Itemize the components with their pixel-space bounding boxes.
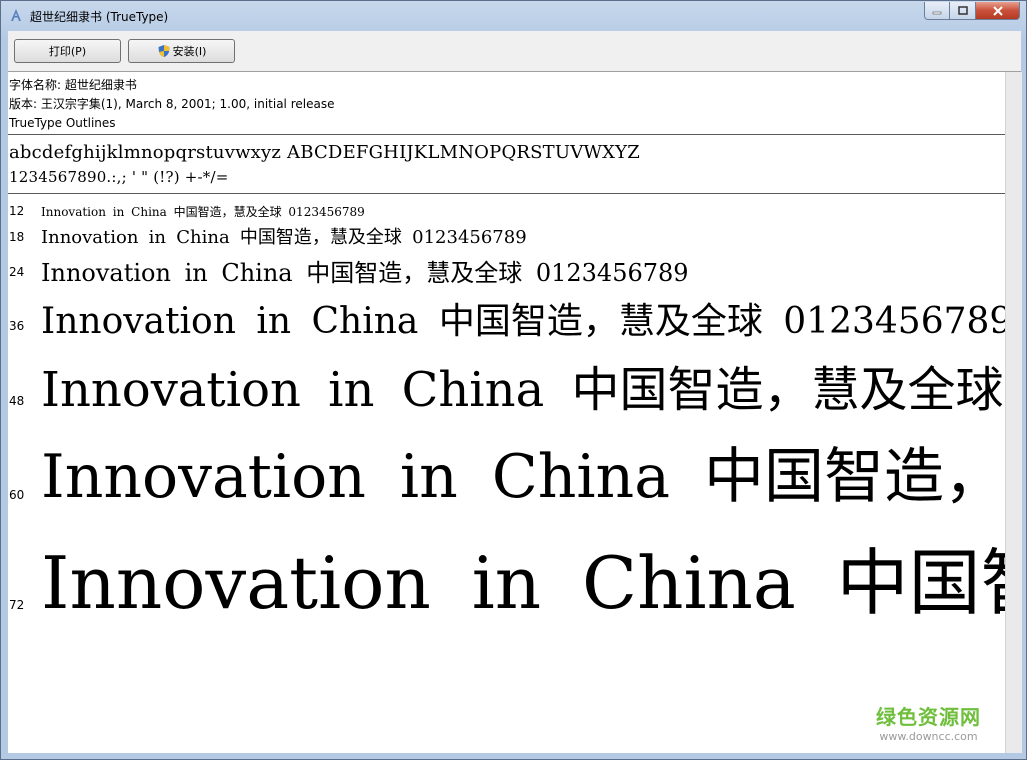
title-bar[interactable]: 超世纪细隶书 (TrueType) [1,1,1026,31]
size-label: 36 [9,319,25,333]
sample-text: Innovation in China 中国智造，慧及全球 0123456789 [41,227,527,248]
watermark: 绿色资源网 www.downcc.com [876,701,981,743]
close-button[interactable] [976,2,1020,20]
maximize-button[interactable] [950,2,976,20]
sample-text: Innovation in China 中国智造，慧及全球 0123456789 [41,362,1005,418]
install-button[interactable]: 安装(I) [128,39,235,63]
uac-shield-icon [158,45,170,57]
charset-symbols: 1234567890.:,; ' " (!?) +-*/= [9,168,229,186]
charset-letters: abcdefghijklmnopqrstuvwxyz ABCDEFGHIJKLM… [9,142,640,163]
sample-text: Innovation in China 中国智造，慧及全球 0123456789 [41,541,1005,625]
size-label: 24 [9,265,25,279]
size-label: 60 [9,488,25,502]
font-outline-line: TrueType Outlines [9,116,116,130]
minimize-button[interactable] [924,2,950,20]
vertical-scrollbar[interactable] [1005,72,1022,753]
size-label: 18 [9,230,25,244]
window-controls [924,2,1020,22]
size-label: 48 [9,394,25,408]
font-info: 字体名称: 超世纪细隶书 版本: 王汉宗字集(1), March 8, 2001… [9,76,334,133]
sample-text: Innovation in China 中国智造，慧及全球 0123456789 [41,205,365,219]
maximize-icon [957,6,968,15]
watermark-url: www.downcc.com [879,730,978,743]
sample-text: Innovation in China 中国智造，慧及全球 0123456789 [41,301,1005,342]
install-button-label: 安装(I) [172,45,207,58]
separator [8,193,1005,194]
toolbar: 打印(P) 安装(I) [8,31,1021,72]
watermark-name: 绿色资源网 [876,705,981,729]
size-label: 12 [9,204,25,218]
window-title: 超世纪细隶书 (TrueType) [30,10,169,24]
separator [8,134,1005,135]
font-viewer-window: 超世纪细隶书 (TrueType) 打印(P) 安装(I) 字体名称: 超世纪细… [0,0,1027,760]
size-label: 72 [9,598,25,612]
font-name-line: 字体名称: 超世纪细隶书 [9,78,137,92]
font-version-line: 版本: 王汉宗字集(1), March 8, 2001; 1.00, initi… [9,97,335,111]
close-icon [992,5,1003,16]
print-button[interactable]: 打印(P) [14,39,121,63]
sample-text: Innovation in China 中国智造，慧及全球 0123456789 [41,259,689,287]
font-app-icon [11,9,21,21]
minimize-icon [932,11,942,14]
sample-text: Innovation in China 中国智造，慧及全球 0123456789 [41,442,1005,512]
print-button-label: 打印(P) [48,45,87,58]
font-preview-area: 字体名称: 超世纪细隶书 版本: 王汉宗字集(1), March 8, 2001… [8,72,1005,753]
